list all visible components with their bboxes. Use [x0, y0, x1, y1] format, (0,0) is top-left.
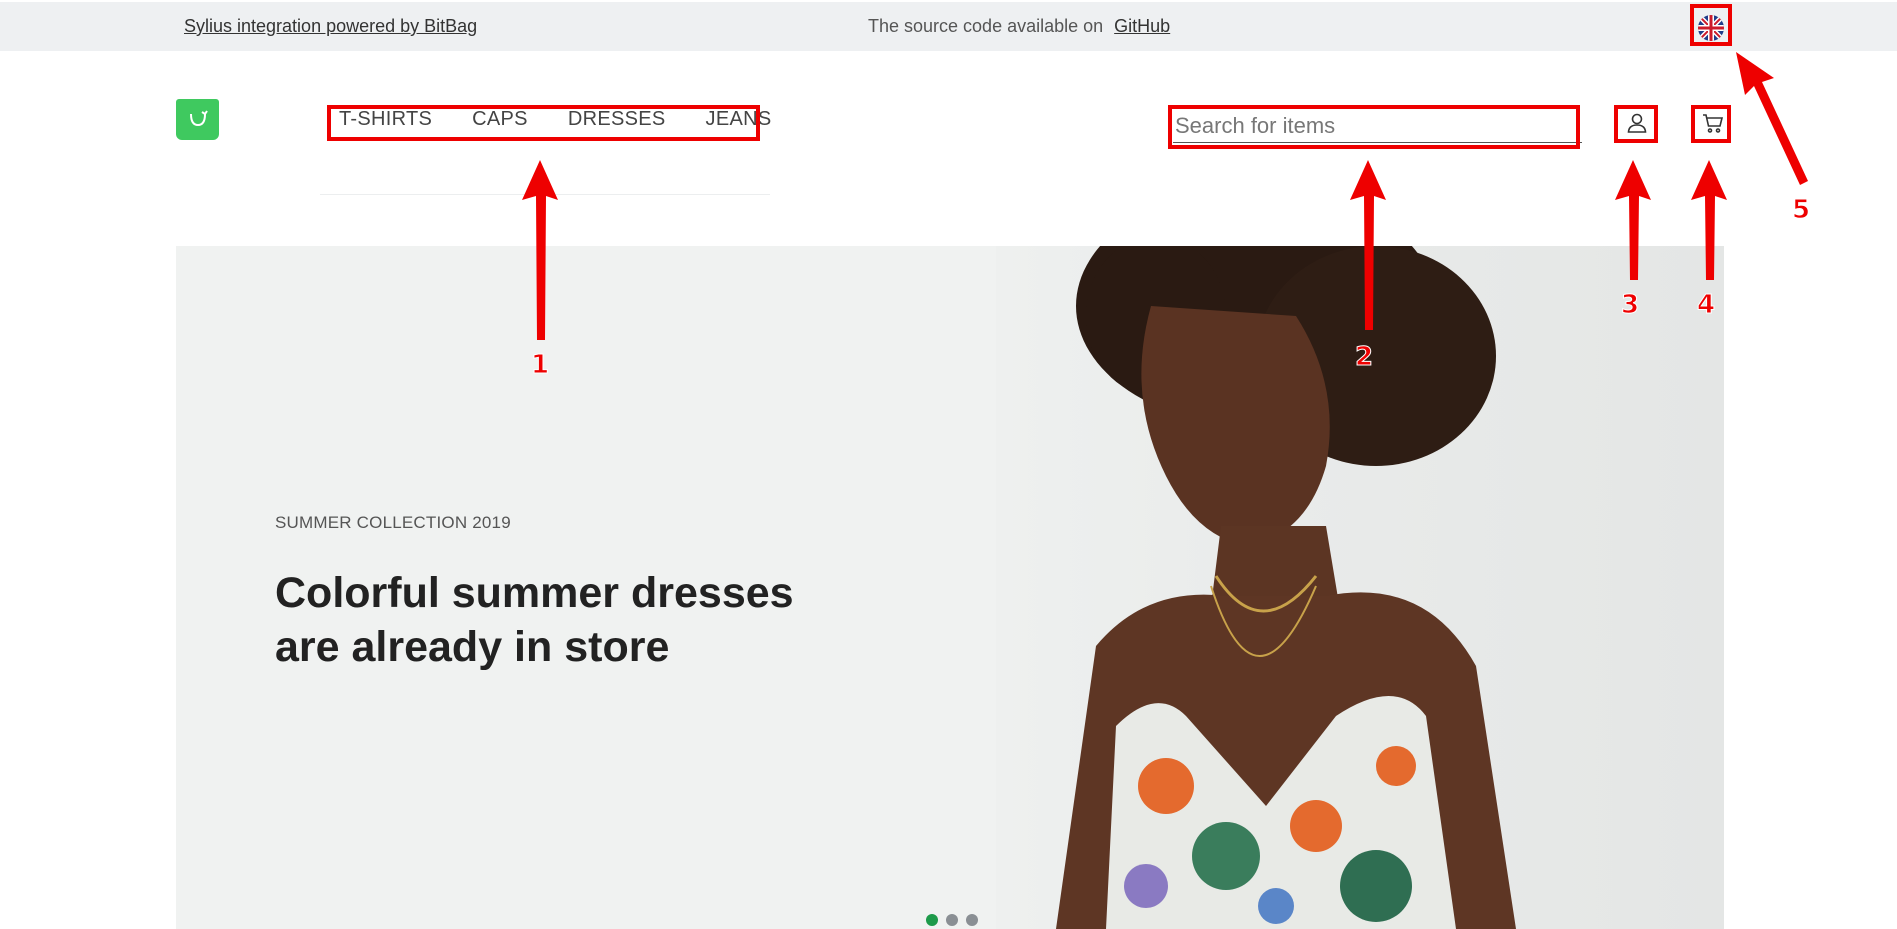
- annotation-arrows: [522, 52, 1808, 340]
- callout-label-5: 5: [1791, 195, 1811, 226]
- callout-label-4: 4: [1696, 290, 1716, 321]
- callout-label-2: 2: [1354, 342, 1374, 373]
- callout-label-1: 1: [530, 350, 550, 381]
- callout-label-3: 3: [1620, 290, 1640, 321]
